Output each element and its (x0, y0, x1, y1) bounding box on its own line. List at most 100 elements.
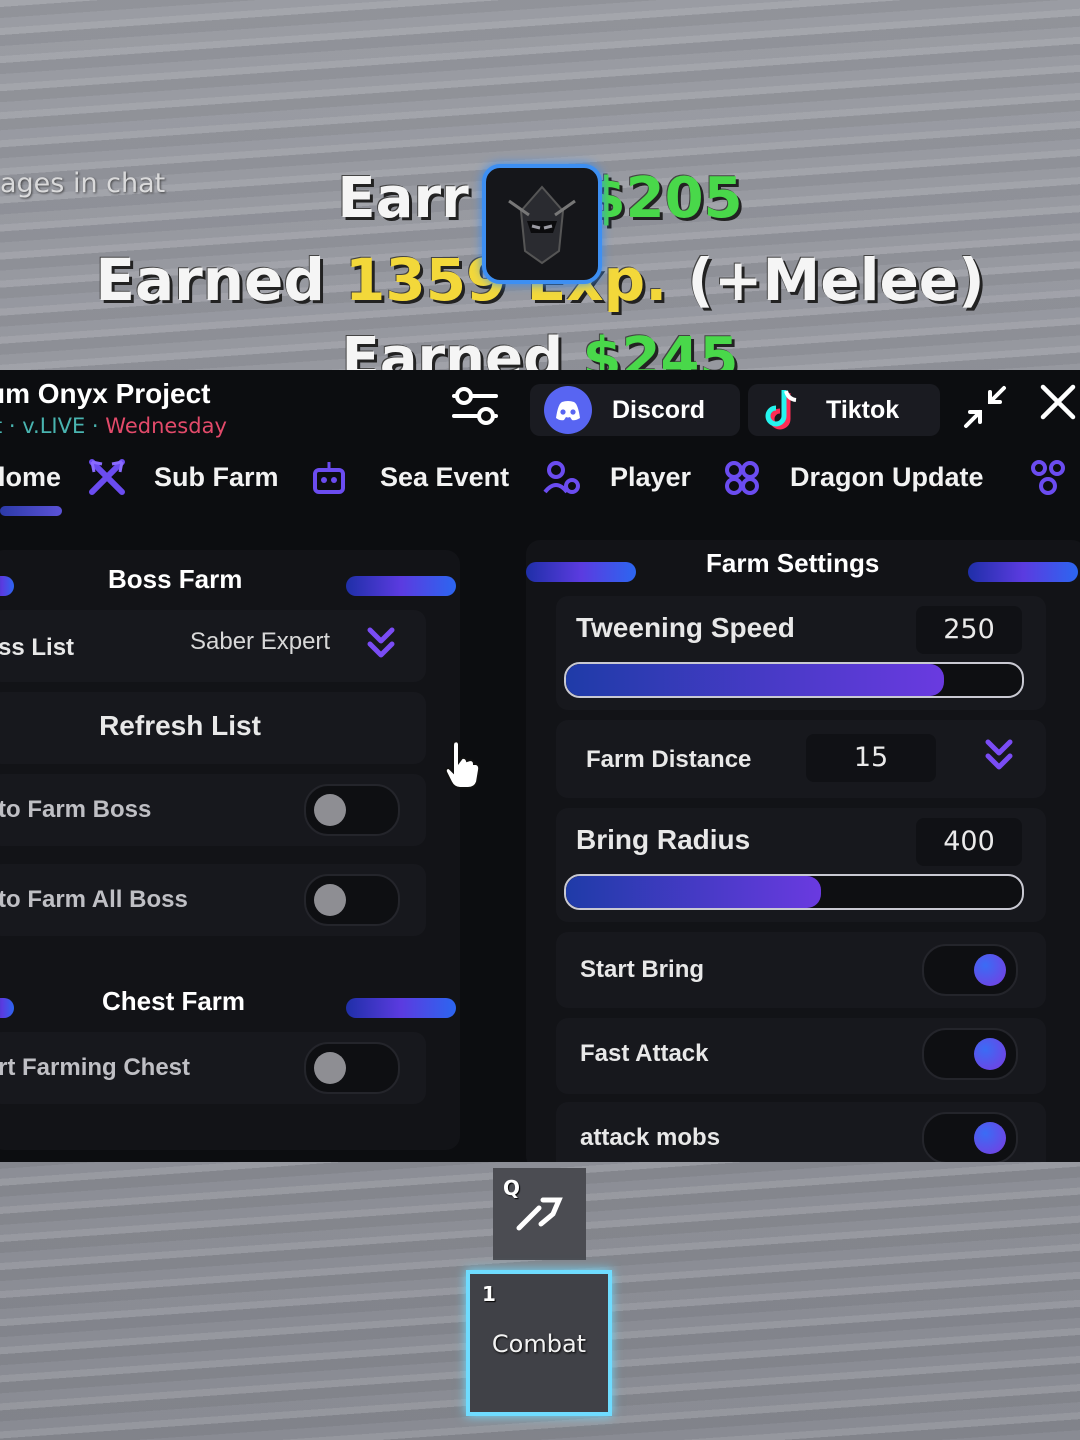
farm-settings-bar-left (526, 562, 636, 582)
chest-farm-bar-right (346, 998, 456, 1018)
close-icon (1040, 384, 1076, 420)
auto-farm-boss-toggle[interactable] (304, 784, 400, 836)
panel-subtitle: t · v.LIVE · Wednesday (0, 414, 227, 438)
sliders-icon (452, 387, 498, 425)
attack-mobs-row: attack mobs (556, 1102, 1046, 1162)
left-column: Boss Farm ss List Saber Expert Refresh L… (0, 550, 460, 1150)
chevron-double-down-icon[interactable] (984, 738, 1014, 774)
ninja-logo-icon (508, 185, 576, 265)
ninja-logo-button[interactable] (482, 164, 602, 284)
hand-cursor-icon (444, 740, 481, 789)
tiktok-label: Tiktok (826, 395, 900, 424)
start-bring-row: Start Bring (556, 932, 1046, 1008)
fast-attack-toggle[interactable] (922, 1028, 1018, 1080)
boss-list-value: Saber Expert (190, 628, 331, 655)
farm-distance-value[interactable]: 15 (806, 734, 936, 782)
discord-button[interactable]: Discord (530, 384, 740, 436)
start-chest-label: rt Farming Chest (0, 1054, 191, 1081)
dash-icon (516, 1197, 563, 1231)
start-chest-row: rt Farming Chest (0, 1032, 426, 1104)
tab-home[interactable]: lome (0, 462, 61, 493)
minimize-button[interactable] (962, 384, 1008, 430)
earn-prefix: Earr (337, 166, 469, 231)
auto-farm-all-boss-label: to Farm All Boss (0, 886, 188, 913)
chevron-double-down-icon (367, 627, 395, 658)
boss-list-label: ss List (0, 634, 75, 661)
bring-radius-label: Bring Radius (576, 824, 751, 855)
earn-money-value: $245 (582, 326, 739, 370)
chest-farm-bar-left (0, 998, 14, 1018)
hotbar-slot-q[interactable]: Q (493, 1168, 586, 1260)
tweening-speed-value[interactable]: 250 (916, 606, 1022, 654)
discord-icon (544, 386, 592, 434)
swords-icon (89, 459, 125, 495)
tweening-speed-slider[interactable] (564, 662, 1024, 698)
dragon-icon (725, 461, 759, 495)
panel-title: um Onyx Project (0, 378, 211, 409)
day-text: Wednesday (105, 414, 227, 438)
farm-distance-label: Farm Distance (586, 746, 752, 773)
hotbar-slot-1[interactable]: 1 Combat (466, 1270, 612, 1416)
group-icon (1031, 460, 1065, 495)
settings-sliders-button[interactable] (450, 382, 500, 432)
tiktok-button[interactable]: Tiktok (748, 384, 940, 436)
tab-player[interactable]: Player (610, 462, 691, 493)
start-bring-label: Start Bring (580, 956, 705, 983)
tweening-speed-row: Tweening Speed 250 (556, 596, 1046, 710)
toggle-knob (314, 794, 346, 826)
bring-radius-value[interactable]: 400 (916, 818, 1022, 866)
start-bring-toggle[interactable] (922, 944, 1018, 996)
earn-prefix: Earned (95, 246, 346, 314)
attack-mobs-toggle[interactable] (922, 1112, 1018, 1162)
bring-radius-slider[interactable] (564, 874, 1024, 910)
toggle-knob (974, 954, 1006, 986)
toggle-knob (974, 1122, 1006, 1154)
start-chest-toggle[interactable] (304, 1042, 400, 1094)
auto-farm-boss-label: to Farm Boss (0, 796, 152, 823)
fast-attack-row: Fast Attack (556, 1018, 1046, 1094)
toggle-knob (314, 1052, 346, 1084)
earn-suffix: (+Melee) (667, 246, 985, 314)
refresh-list-button[interactable]: Refresh List (0, 692, 426, 764)
earn-money-value: $205 (586, 166, 743, 231)
auto-farm-all-boss-row: to Farm All Boss (0, 864, 426, 936)
collapse-arrows-icon (964, 386, 1006, 428)
chest-farm-title: Chest Farm (102, 986, 246, 1016)
tiktok-icon (765, 390, 797, 430)
farm-settings-bar-right (968, 562, 1078, 582)
close-button[interactable] (1040, 384, 1076, 420)
toggle-knob (974, 1038, 1006, 1070)
boss-farm-bar-right (346, 576, 456, 596)
version-text: t · v.LIVE · (0, 414, 106, 438)
discord-label: Discord (612, 395, 706, 424)
hotbar-key-1: 1 (482, 1282, 496, 1306)
auto-farm-all-boss-toggle[interactable] (304, 874, 400, 926)
tab-dragon-update[interactable]: Dragon Update (790, 462, 984, 493)
active-tab-indicator (0, 506, 62, 516)
boss-farm-title: Boss Farm (108, 564, 243, 594)
fast-attack-label: Fast Attack (580, 1040, 709, 1067)
hotbar-slot-1-label: Combat (491, 1330, 587, 1358)
tab-sea-event[interactable]: Sea Event (380, 462, 509, 493)
tab-sub-farm[interactable]: Sub Farm (154, 462, 279, 493)
script-hub-panel: um Onyx Project t · v.LIVE · Wednesday D… (0, 370, 1080, 1162)
robot-icon (313, 462, 345, 494)
earn-prefix: Earned (341, 326, 583, 370)
slider-fill (566, 664, 945, 696)
refresh-list-label: Refresh List (99, 710, 261, 741)
boss-list-dropdown[interactable]: ss List Saber Expert (0, 610, 426, 682)
slider-fill (566, 876, 822, 908)
panel-topbar: um Onyx Project t · v.LIVE · Wednesday D… (0, 370, 1080, 450)
tab-bar: lome Sub Farm Sea Event Player Dragon Up… (0, 454, 1080, 514)
tweening-speed-label: Tweening Speed (576, 612, 795, 643)
auto-farm-boss-row: to Farm Boss (0, 774, 426, 846)
toggle-knob (314, 884, 346, 916)
earn-notice-money-2: Earned $245 (0, 326, 1080, 370)
boss-farm-bar-left (0, 576, 14, 596)
farm-distance-row: Farm Distance 15 (556, 720, 1046, 798)
bring-radius-row: Bring Radius 400 (556, 808, 1046, 922)
right-column: Farm Settings Tweening Speed 250 Farm Di… (526, 540, 1080, 1162)
users-icon (543, 461, 580, 494)
attack-mobs-label: attack mobs (580, 1124, 721, 1151)
farm-settings-title: Farm Settings (706, 548, 880, 578)
